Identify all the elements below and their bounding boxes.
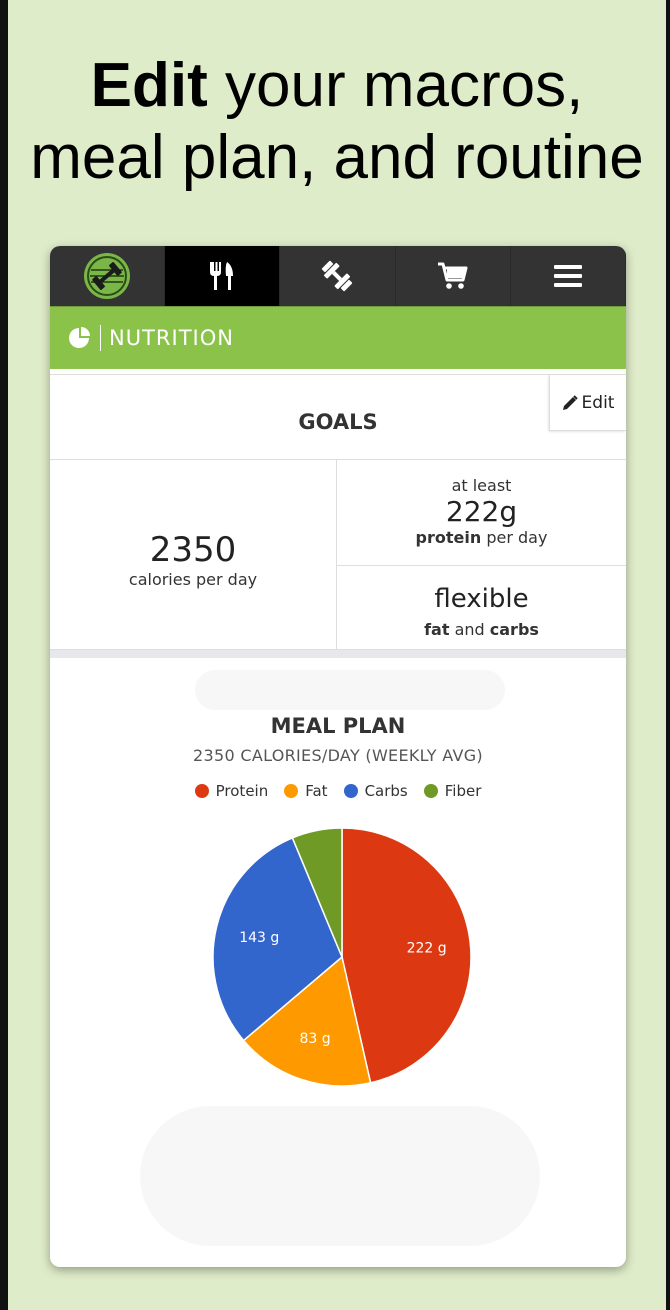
pie-label-fat: 83 g [299, 1031, 330, 1047]
meal-plan-pie-chart: 222 g 83 g 143 g [212, 827, 472, 1087]
pie-label-protein: 222 g [407, 941, 447, 957]
left-edge [0, 0, 8, 1310]
headline-bold: Edit [90, 51, 208, 120]
app-screen: NUTRITION GOALS Edit 2350 calories per d… [50, 246, 626, 1267]
promo-headline: Edit your macros, meal plan, and routine [8, 50, 666, 194]
right-edge [666, 0, 670, 1310]
headline-line1: your macros, [207, 51, 584, 120]
headline-line2: meal plan, and routine [30, 123, 644, 192]
pie-label-carbs: 143 g [239, 930, 279, 946]
